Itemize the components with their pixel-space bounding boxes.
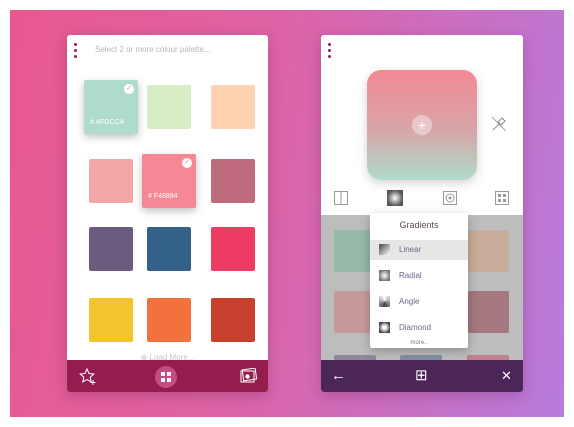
dropdown-more-link[interactable]: more..	[370, 340, 468, 346]
color-swatch[interactable]	[211, 227, 255, 271]
color-swatch[interactable]	[89, 159, 133, 203]
color-swatch[interactable]	[211, 85, 255, 129]
split-view-icon[interactable]	[334, 191, 348, 210]
radial-gradient-icon	[379, 270, 390, 281]
angle-gradient-icon	[379, 296, 390, 307]
background: Select 2 or more colour palette... ✓ # AF…	[10, 10, 564, 417]
gradient-option-radial[interactable]: Radial	[370, 266, 468, 286]
color-swatch[interactable]	[147, 85, 191, 129]
option-label: Linear	[399, 245, 422, 254]
hex-label: # AFDCCA	[90, 119, 125, 126]
color-swatch[interactable]	[211, 298, 255, 342]
star-add-icon[interactable]	[79, 367, 97, 390]
grid-icon[interactable]: ⊞	[415, 368, 428, 384]
gradients-dropdown: Gradients Linear Radial Angle Diamond mo…	[370, 213, 468, 348]
gradient-option-linear[interactable]: Linear	[370, 240, 468, 260]
dropdown-title: Gradients	[399, 220, 439, 230]
color-swatch[interactable]	[89, 227, 133, 271]
grid-button[interactable]	[155, 366, 177, 388]
diamond-gradient-icon	[379, 322, 390, 333]
grid-icon	[161, 372, 171, 382]
eyedropper-icon[interactable]	[490, 115, 508, 138]
dimmed-swatch	[467, 230, 509, 272]
gradient-screen: + Gradients Linear Radial Angle Diamond …	[321, 35, 523, 392]
back-arrow-icon[interactable]: ←	[331, 368, 346, 384]
gradient-option-angle[interactable]: Angle	[370, 292, 468, 312]
gradient-icon[interactable]	[387, 190, 403, 211]
check-icon: ✓	[182, 158, 192, 168]
color-swatch[interactable]	[147, 298, 191, 342]
bottom-bar: ← ⊞ ✕	[321, 360, 523, 392]
dimmed-swatch	[467, 291, 509, 333]
plus-icon[interactable]: +	[412, 115, 432, 135]
close-icon[interactable]: ✕	[501, 368, 512, 384]
check-icon: ✓	[124, 84, 134, 94]
palette-instruction: Select 2 or more colour palette...	[95, 45, 211, 54]
bottom-bar	[67, 360, 268, 392]
color-swatch[interactable]	[89, 298, 133, 342]
option-label: Angle	[399, 297, 420, 306]
option-label: Radial	[399, 271, 422, 280]
gradient-preview[interactable]: +	[367, 70, 477, 180]
pattern-icon[interactable]	[495, 191, 509, 210]
gallery-icon[interactable]	[240, 367, 258, 388]
linear-gradient-icon	[379, 244, 390, 255]
target-icon[interactable]	[443, 191, 457, 210]
color-swatch[interactable]: ✓ # F48894	[142, 154, 196, 208]
color-swatch[interactable]	[211, 159, 255, 203]
option-label: Diamond	[399, 323, 432, 332]
palette-screen: Select 2 or more colour palette... ✓ # AF…	[67, 35, 268, 392]
vertical-dots-icon[interactable]	[328, 43, 332, 61]
vertical-dots-icon[interactable]	[74, 43, 78, 61]
color-swatch[interactable]	[147, 227, 191, 271]
color-swatch[interactable]: ✓ # AFDCCA	[84, 80, 138, 134]
gradient-option-diamond[interactable]: Diamond	[370, 318, 468, 338]
hex-label: # F48894	[148, 193, 178, 200]
